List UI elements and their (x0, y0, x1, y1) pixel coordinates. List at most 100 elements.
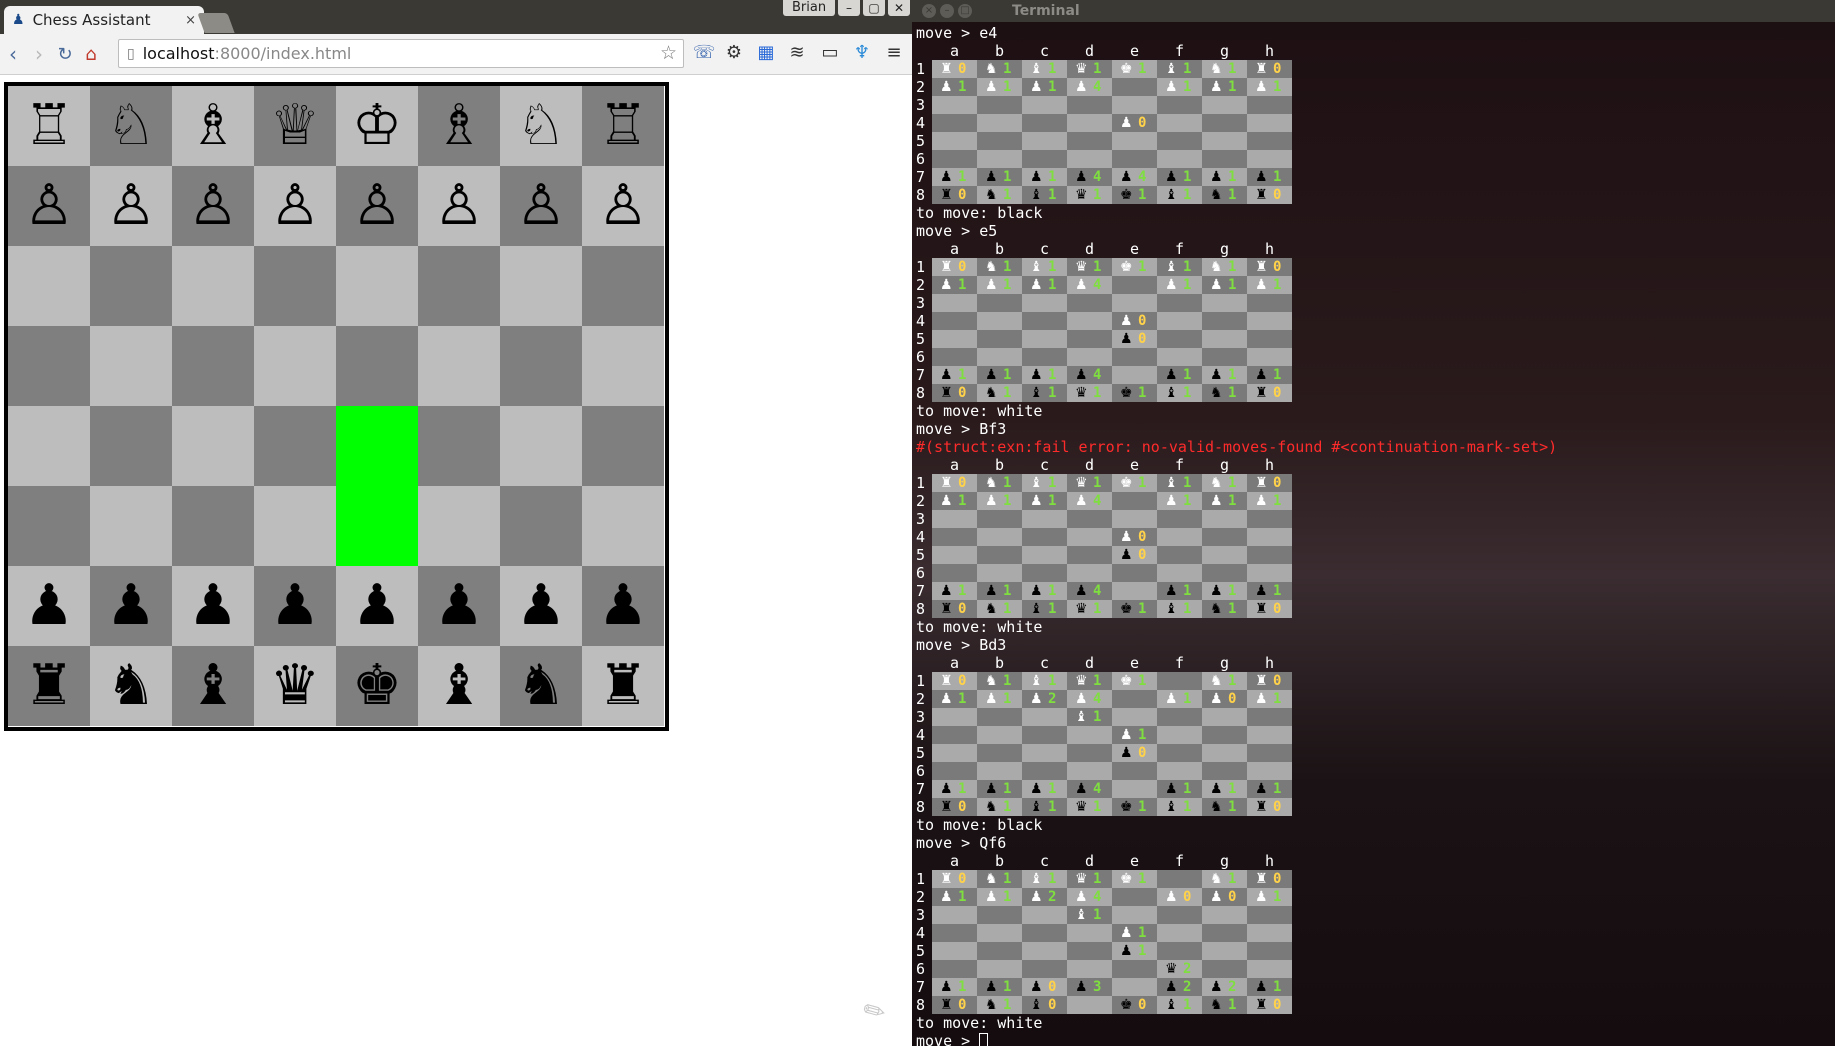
square-f6[interactable] (418, 246, 500, 326)
square-h2[interactable]: ♟ (582, 566, 664, 646)
square-b7[interactable]: ♙ (90, 166, 172, 246)
square-g7[interactable]: ♙ (500, 166, 582, 246)
square-a2[interactable]: ♟ (8, 566, 90, 646)
square-c5[interactable] (172, 326, 254, 406)
terminal-maximize-button[interactable]: □ (958, 4, 972, 18)
square-h5[interactable] (582, 326, 664, 406)
bookmark-star-icon[interactable]: ☆ (660, 42, 677, 64)
square-a3[interactable] (8, 486, 90, 566)
menu-hamburger-icon[interactable]: ≡ (882, 42, 906, 63)
square-d3[interactable] (254, 486, 336, 566)
prompt-line[interactable]: move > (916, 1032, 1831, 1046)
square-d2[interactable]: ♟ (254, 566, 336, 646)
calendar-icon[interactable]: ▦ (754, 42, 778, 63)
square-h4[interactable] (582, 406, 664, 486)
square-e3[interactable] (336, 486, 418, 566)
square-g2[interactable]: ♟ (500, 566, 582, 646)
move-count: 1 (1183, 601, 1192, 617)
minimize-button[interactable]: – (838, 0, 860, 16)
square-d1[interactable]: ♛ (254, 646, 336, 726)
address-bar[interactable]: ▯ localhost:8000/index.html ☆ (118, 39, 684, 68)
square-f8[interactable]: ♗ (418, 86, 500, 166)
maximize-button[interactable]: ▢ (863, 0, 885, 16)
file-label: b (994, 240, 1005, 258)
terminal-cell: ♟ 4 (1067, 168, 1112, 186)
piece-glyph: ♛ (1075, 799, 1088, 815)
tab-chess-assistant[interactable]: ♟ Chess Assistant × (4, 6, 204, 34)
square-b1[interactable]: ♞ (90, 646, 172, 726)
terminal-cell: ♜ 0 (1247, 384, 1292, 402)
square-e7[interactable]: ♙ (336, 166, 418, 246)
chess-board[interactable]: ♖ ♘ ♗ ♕ ♔ ♗ ♘ ♖ ♙ ♙ ♙ ♙ ♙ ♙ ♙ ♙ ♟ ♟ ♟ ♟ ♟ ♟ ♟ ♟ ♜ ♞ ♝ ♛ ♚ ♝ ♞ ♜ (4, 82, 669, 731)
terminal-minimize-button[interactable]: – (940, 4, 954, 18)
close-window-button[interactable]: ✕ (888, 0, 910, 16)
extension-phone-icon[interactable]: ☏ (692, 42, 716, 63)
square-f5[interactable] (418, 326, 500, 406)
tab-close-icon[interactable]: × (185, 13, 196, 28)
square-e5[interactable] (336, 326, 418, 406)
home-icon[interactable]: ⌂ (78, 44, 104, 65)
profile-user-button[interactable]: Brian (783, 0, 836, 16)
square-f4[interactable] (418, 406, 500, 486)
square-h6[interactable] (582, 246, 664, 326)
piece-glyph: ♚ (1120, 187, 1133, 203)
square-g4[interactable] (500, 406, 582, 486)
reload-icon[interactable]: ↻ (52, 44, 78, 65)
move-count: 0 (1228, 691, 1237, 707)
square-g1[interactable]: ♞ (500, 646, 582, 726)
square-f7[interactable]: ♙ (418, 166, 500, 246)
square-c7[interactable]: ♙ (172, 166, 254, 246)
square-a4[interactable] (8, 406, 90, 486)
square-h3[interactable] (582, 486, 664, 566)
square-a6[interactable] (8, 246, 90, 326)
square-g6[interactable] (500, 246, 582, 326)
square-c4[interactable] (172, 406, 254, 486)
square-f2[interactable]: ♟ (418, 566, 500, 646)
square-h8[interactable]: ♖ (582, 86, 664, 166)
square-c6[interactable] (172, 246, 254, 326)
piece-glyph: ♜ (1255, 187, 1268, 203)
square-d5[interactable] (254, 326, 336, 406)
square-b6[interactable] (90, 246, 172, 326)
square-c1[interactable]: ♝ (172, 646, 254, 726)
square-g3[interactable] (500, 486, 582, 566)
square-c8[interactable]: ♗ (172, 86, 254, 166)
forward-arrow-icon[interactable]: › (26, 42, 52, 66)
square-e2[interactable]: ♟ (336, 566, 418, 646)
feedback-icon[interactable]: ✎ (858, 994, 892, 1031)
layers-icon[interactable]: ≋ (785, 42, 809, 63)
square-f1[interactable]: ♝ (418, 646, 500, 726)
square-g8[interactable]: ♘ (500, 86, 582, 166)
square-e8[interactable]: ♔ (336, 86, 418, 166)
move-count: 1 (1003, 583, 1012, 599)
square-f3[interactable] (418, 486, 500, 566)
square-e6[interactable] (336, 246, 418, 326)
square-b5[interactable] (90, 326, 172, 406)
square-a5[interactable] (8, 326, 90, 406)
square-d4[interactable] (254, 406, 336, 486)
square-b2[interactable]: ♟ (90, 566, 172, 646)
settings-gear-icon[interactable]: ⚙ (722, 42, 746, 63)
square-h1[interactable]: ♜ (582, 646, 664, 726)
square-d7[interactable]: ♙ (254, 166, 336, 246)
square-a1[interactable]: ♜ (8, 646, 90, 726)
square-a7[interactable]: ♙ (8, 166, 90, 246)
new-tab-button[interactable] (197, 13, 235, 33)
square-b4[interactable] (90, 406, 172, 486)
cast-icon[interactable]: ▭ (818, 42, 842, 63)
square-b3[interactable] (90, 486, 172, 566)
square-c3[interactable] (172, 486, 254, 566)
back-arrow-icon[interactable]: ‹ (0, 42, 26, 66)
square-a8[interactable]: ♖ (8, 86, 90, 166)
terminal-close-button[interactable]: × (922, 4, 936, 18)
square-d6[interactable] (254, 246, 336, 326)
square-d8[interactable]: ♕ (254, 86, 336, 166)
terminal-output[interactable]: move > e4 a b c d e f g h 1 ♜ 0 ♞ 1 ♝ 1 ♛ 1 ♚ 1 ♝ 1 ♞ 1 ♜ 0 2 ♟ 1 ♟ 1 ♟… (916, 24, 1831, 1046)
square-h7[interactable]: ♙ (582, 166, 664, 246)
extension-y-icon[interactable]: ♆ (850, 42, 874, 63)
square-b8[interactable]: ♘ (90, 86, 172, 166)
square-e4[interactable] (336, 406, 418, 486)
square-e1[interactable]: ♚ (336, 646, 418, 726)
square-g5[interactable] (500, 326, 582, 406)
square-c2[interactable]: ♟ (172, 566, 254, 646)
